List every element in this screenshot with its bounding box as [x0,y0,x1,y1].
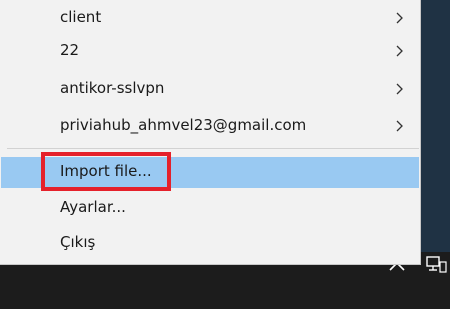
context-menu: client 22 antikor-sslvpn priviahub_ahmve… [0,0,421,265]
import-file-menu-item[interactable]: Import file... [1,157,419,188]
chevron-right-icon [396,83,403,95]
menu-separator [7,148,419,149]
chevron-right-icon [396,12,403,24]
menu-item-label: 22 [60,41,80,59]
menu-item-22[interactable]: 22 [1,36,419,67]
menu-item-cikis[interactable]: Çıkış [1,228,419,259]
menu-item-label: Import file... [60,162,152,180]
chevron-right-icon [396,120,403,132]
menu-item-label: client [60,8,102,26]
chevron-right-icon [396,45,403,57]
network-icon[interactable] [424,254,448,278]
menu-item-ayarlar[interactable]: Ayarlar... [1,193,419,224]
menu-item-label: Ayarlar... [60,198,126,216]
menu-item-antikor-sslvpn[interactable]: antikor-sslvpn [1,74,419,105]
menu-item-label: antikor-sslvpn [60,79,165,97]
menu-item-priviahub-account[interactable]: priviahub_ahmvel23@gmail.com [1,111,419,142]
menu-item-client[interactable]: client [1,3,419,34]
menu-item-label: Çıkış [60,233,96,251]
menu-item-label: priviahub_ahmvel23@gmail.com [60,116,307,134]
desktop-background [421,0,450,270]
